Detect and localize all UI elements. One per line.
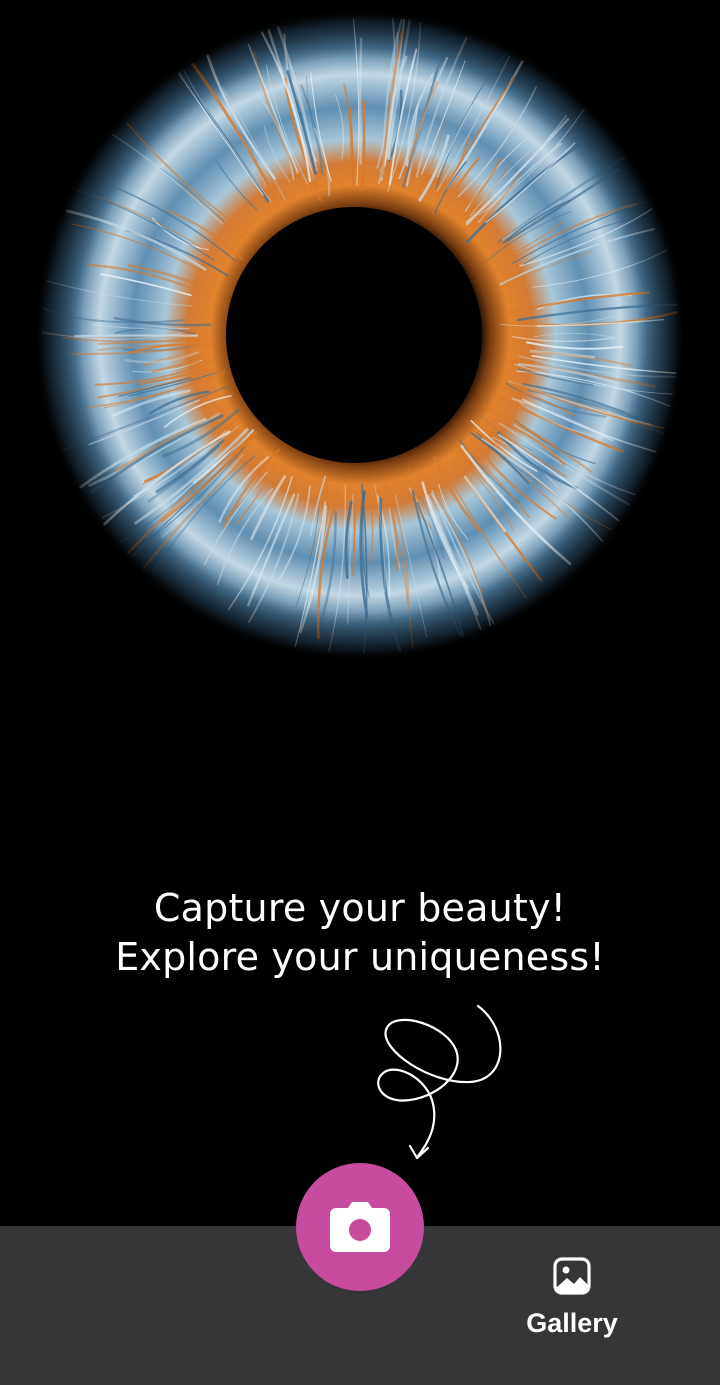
tagline: Capture your beauty! Explore your unique… — [0, 884, 720, 982]
gallery-label: Gallery — [526, 1308, 618, 1338]
image-icon — [553, 1257, 591, 1295]
tagline-line-1: Capture your beauty! — [153, 886, 567, 930]
camera-icon — [330, 1202, 390, 1252]
tagline-line-2: Explore your uniqueness! — [115, 935, 605, 979]
gallery-button[interactable]: Gallery — [512, 1256, 632, 1348]
capture-button[interactable] — [296, 1163, 424, 1291]
curly-arrow-doodle-icon — [377, 1004, 502, 1160]
iris-hero-image — [34, 9, 686, 661]
camera-home-screen: Capture your beauty! Explore your unique… — [0, 0, 720, 1385]
